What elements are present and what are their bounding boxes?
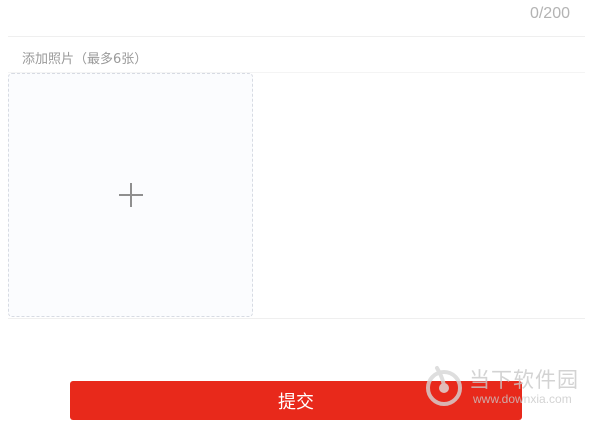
add-photo-button[interactable] [8,73,253,317]
watermark: 当下软件园 www.downxia.com [425,362,590,412]
watermark-logo-icon [426,366,462,406]
watermark-name: 当下软件园 [469,368,579,392]
divider [8,318,585,319]
divider [8,36,585,37]
plus-icon [118,183,143,207]
watermark-url: www.downxia.com [473,392,572,406]
add-photo-label: 添加照片（最多6张） [22,52,148,67]
char-counter: 0/200 [529,5,570,22]
